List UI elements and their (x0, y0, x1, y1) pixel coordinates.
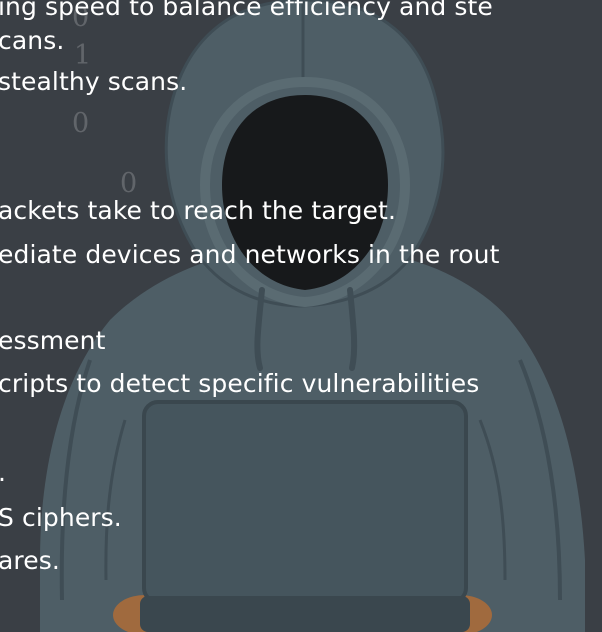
text-line-3: stealthy scans. (0, 67, 188, 96)
binary-digit: 0 (72, 108, 89, 139)
text-line-2: cans. (0, 26, 65, 55)
binary-digit: 0 (120, 168, 137, 199)
text-line-1: ing speed to balance efficiency and ste (0, 0, 493, 21)
text-line-10: ares. (0, 546, 60, 575)
text-line-4: ackets take to reach the target. (0, 196, 396, 225)
text-line-7: cripts to detect specific vulnerabilitie… (0, 369, 480, 398)
text-line-8: . (0, 458, 6, 488)
laptop-screen (142, 400, 468, 604)
laptop-base (140, 596, 470, 632)
text-line-5: ediate devices and networks in the rout (0, 240, 500, 269)
text-line-6: essment (0, 326, 106, 355)
text-line-9: S ciphers. (0, 503, 122, 532)
